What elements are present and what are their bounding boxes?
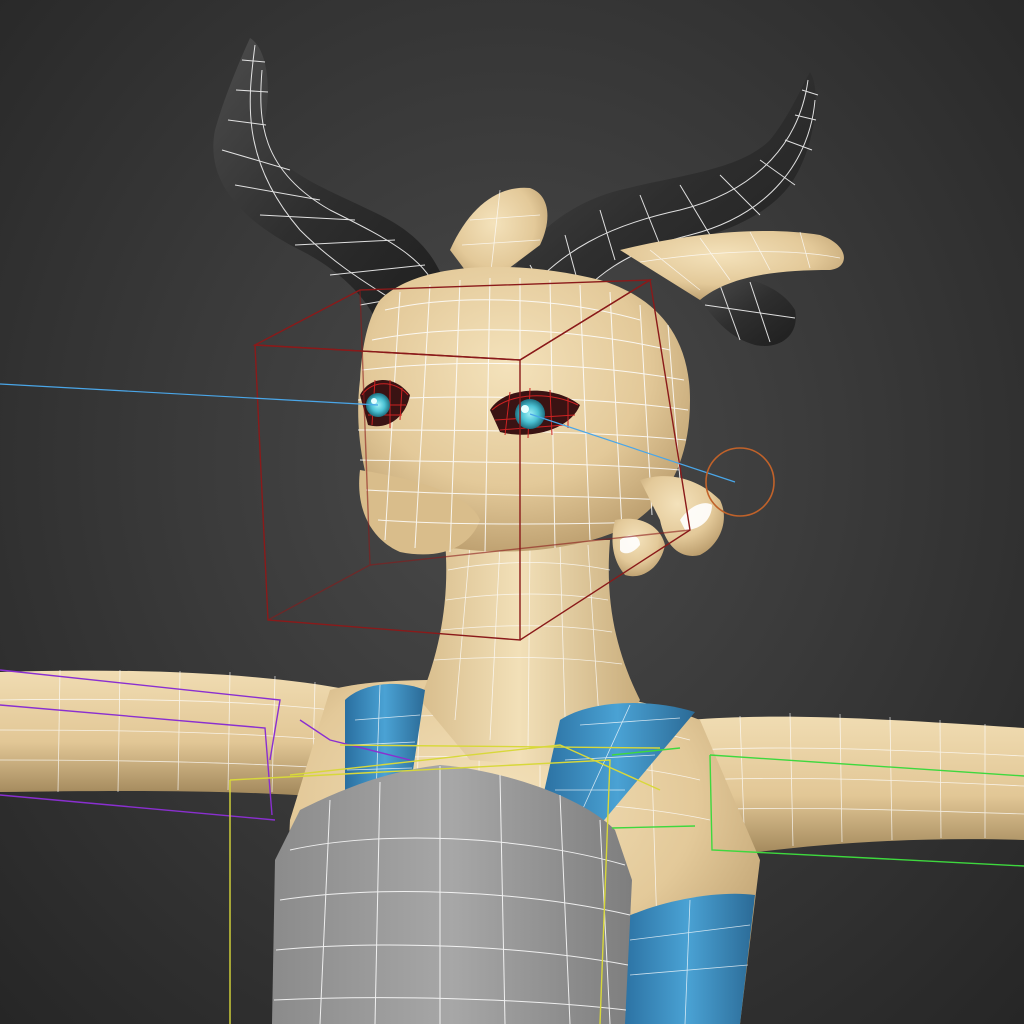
3d-viewport[interactable] bbox=[0, 0, 1024, 1024]
eye-target-helper[interactable] bbox=[705, 447, 775, 517]
scene-canvas[interactable] bbox=[0, 0, 1024, 1024]
